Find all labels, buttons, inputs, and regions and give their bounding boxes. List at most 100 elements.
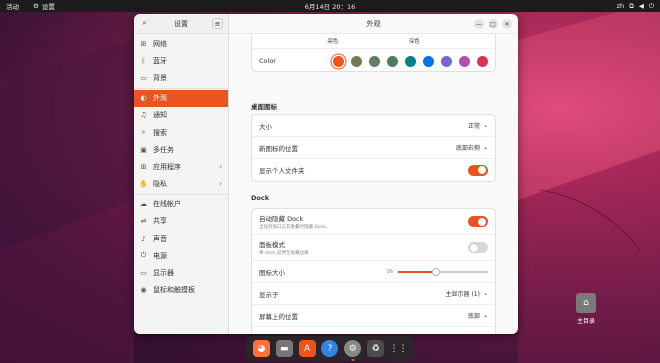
setting-value: 底部右侧 ⌄: [456, 143, 488, 152]
bluetooth-icon: ᛒ: [141, 56, 146, 65]
light-style-option[interactable]: 亮色: [327, 37, 338, 45]
sidebar-item-network[interactable]: ⊞ 网络: [134, 35, 228, 52]
software-icon[interactable]: A: [298, 340, 316, 357]
setting-row[interactable]: 配置 Dock 行为›: [252, 327, 495, 334]
accent-color-swatch[interactable]: [477, 55, 488, 67]
trash-icon[interactable]: ♻: [367, 340, 385, 357]
sidebar-item-power[interactable]: ⏻ 电源: [134, 247, 228, 264]
setting-label: 屏幕上的位置: [259, 312, 298, 321]
sidebar-item-sound[interactable]: ♪ 声音: [134, 230, 228, 247]
sidebar-item-search[interactable]: ⌕ 搜索: [134, 124, 228, 141]
setting-label: 图标大小: [259, 268, 285, 277]
home-folder-desktop-icon[interactable]: ⌂ 主目录: [568, 293, 604, 325]
icon-size-slider[interactable]: [398, 267, 488, 276]
accent-color-swatches: [333, 55, 488, 67]
sidebar-item-label: 外观: [153, 94, 167, 103]
app-menu[interactable]: ⚙ 设置: [33, 1, 55, 11]
color-row: Color: [252, 49, 495, 71]
setting-row[interactable]: 大小 正常 ⌄: [252, 115, 495, 137]
settings-icon[interactable]: ⚙: [344, 340, 362, 357]
toggle-switch[interactable]: [468, 216, 488, 227]
setting-value: 正常 ⌄: [468, 121, 488, 130]
settings-gear-icon: ⚙: [33, 2, 39, 10]
power-icon: ⏻: [140, 251, 147, 260]
setting-row[interactable]: 显示于 主显示器 (1) ⌄: [252, 283, 495, 305]
sidebar-item-label: 通知: [153, 111, 167, 120]
volume-icon: ◀: [638, 2, 644, 10]
search-icon: ⌕: [141, 128, 146, 137]
sidebar-item-label: 多任务: [153, 145, 174, 154]
accent-color-swatch[interactable]: [459, 55, 470, 67]
accent-color-swatch[interactable]: [405, 55, 416, 67]
setting-description: 将 dock 延伸至屏幕边缘: [259, 251, 309, 256]
toggle-switch[interactable]: [468, 164, 488, 176]
accent-color-swatch[interactable]: [369, 55, 380, 67]
accent-color-swatch[interactable]: [351, 55, 362, 67]
hamburger-menu-icon[interactable]: ≡: [212, 18, 223, 29]
sidebar-item-mouse[interactable]: ◉ 鼠标和触摸板: [134, 282, 228, 299]
content-pane: 外观 — □ ✕ 亮色 深色 Color 桌面图标 大小 正常 ⌄ 新图标的位置 底部右: [229, 14, 518, 334]
sidebar-item-background[interactable]: ▭ 背景: [134, 69, 228, 86]
sidebar-item-bluetooth[interactable]: ᛒ 蓝牙: [134, 52, 228, 69]
setting-value-text: 底部: [467, 313, 480, 320]
content-header: 外观 — □ ✕: [229, 14, 518, 34]
slider-handle[interactable]: [431, 267, 440, 276]
maximize-icon[interactable]: □: [488, 19, 498, 29]
setting-row[interactable]: 屏幕上的位置 底部 ⌄: [252, 305, 495, 327]
notification-icon: ♫: [140, 111, 147, 120]
accent-color-swatch[interactable]: [387, 55, 398, 67]
accent-color-swatch[interactable]: [333, 55, 344, 67]
setting-row[interactable]: 显示个人文件夹: [252, 159, 495, 181]
setting-row[interactable]: 新图标的位置 底部右侧 ⌄: [252, 137, 495, 159]
accent-color-swatch[interactable]: [423, 55, 434, 67]
chevron-right-icon: ›: [219, 162, 222, 171]
sidebar-item-label: 显示器: [153, 269, 174, 278]
desktop-icons-card: 大小 正常 ⌄ 新图标的位置 底部右侧 ⌄ 显示个人文件夹: [251, 114, 496, 182]
sidebar-list: ⊞ 网络 ᛒ 蓝牙 ▭ 背景 ◐ 外观 ♫ 通知 ⌕ 搜索 ▣ 多任务 ⊞ 应用程序 › ✋ 隐私 › ☁ 在线帐户 ⇌ 共享…: [134, 34, 228, 299]
sidebar-item-online-accounts[interactable]: ☁ 在线帐户: [134, 196, 228, 213]
setting-row[interactable]: 图标大小 36: [252, 261, 495, 283]
search-icon[interactable]: ⌕: [139, 18, 150, 29]
files-icon[interactable]: ▬: [275, 340, 293, 357]
sidebar-item-label: 共享: [153, 217, 167, 226]
sidebar-item-label: 背景: [153, 73, 167, 82]
sidebar-item-display[interactable]: ▭ 显示器: [134, 264, 228, 281]
toggle-knob: [478, 166, 486, 174]
chevron-down-icon: ⌄: [482, 312, 488, 319]
clock[interactable]: 6月14日 20：16: [305, 1, 356, 11]
content-scroll[interactable]: 亮色 深色 Color 桌面图标 大小 正常 ⌄ 新图标的位置 底部右侧 ⌄ 显示个人文件夹…: [229, 34, 518, 334]
sidebar-item-multitask[interactable]: ▣ 多任务: [134, 141, 228, 158]
power-menu-icon: ⏻: [648, 1, 654, 10]
minimize-icon[interactable]: —: [474, 19, 484, 29]
help-icon[interactable]: ?: [321, 340, 339, 357]
toggle-knob: [478, 217, 486, 226]
setting-row-text: 显示于: [259, 289, 279, 299]
sidebar-item-label: 电源: [153, 251, 167, 260]
setting-row[interactable]: 面板模式将 dock 延伸至屏幕边缘: [252, 235, 495, 261]
slider-fill: [398, 270, 436, 273]
firefox-icon[interactable]: ◕: [252, 340, 270, 357]
setting-row-text: 显示个人文件夹: [259, 165, 305, 175]
setting-label: 显示个人文件夹: [259, 167, 305, 175]
window-controls: — □ ✕: [474, 19, 512, 29]
accent-color-swatch[interactable]: [441, 55, 452, 67]
sidebar-item-appearance[interactable]: ◐ 外观: [134, 89, 228, 107]
setting-label: 自动隐藏 Dock: [259, 215, 304, 223]
sidebar-item-notification[interactable]: ♫ 通知: [134, 107, 228, 124]
toggle-knob: [470, 243, 478, 252]
sidebar-item-privacy[interactable]: ✋ 隐私 ›: [134, 176, 228, 193]
setting-row-text: 屏幕上的位置: [259, 311, 298, 321]
sidebar-title: 设置: [174, 19, 188, 28]
setting-value: 主显示器 (1) ⌄: [446, 289, 488, 298]
sidebar-item-share[interactable]: ⇌ 共享: [134, 213, 228, 230]
sidebar-item-apps[interactable]: ⊞ 应用程序 ›: [134, 158, 228, 175]
input-method-label[interactable]: zh: [617, 2, 625, 10]
toggle-switch[interactable]: [468, 242, 488, 253]
close-icon[interactable]: ✕: [502, 19, 512, 29]
sidebar: ⌕ 设置 ≡ ⊞ 网络 ᛒ 蓝牙 ▭ 背景 ◐ 外观 ♫ 通知 ⌕ 搜索 ▣ 多任务 ⊞ 应用程序 › ✋ 隐私 › ☁…: [134, 14, 229, 334]
setting-row[interactable]: 自动隐藏 Dock 当任何窗口与其重叠时隐藏 Dock。: [252, 209, 495, 235]
dark-style-option[interactable]: 深色: [409, 37, 420, 45]
show-apps-icon[interactable]: ⋮⋮: [389, 340, 407, 357]
system-tray[interactable]: zh ⧉ ◀ ⏻: [617, 2, 654, 11]
activities-button[interactable]: 活动: [6, 1, 19, 11]
